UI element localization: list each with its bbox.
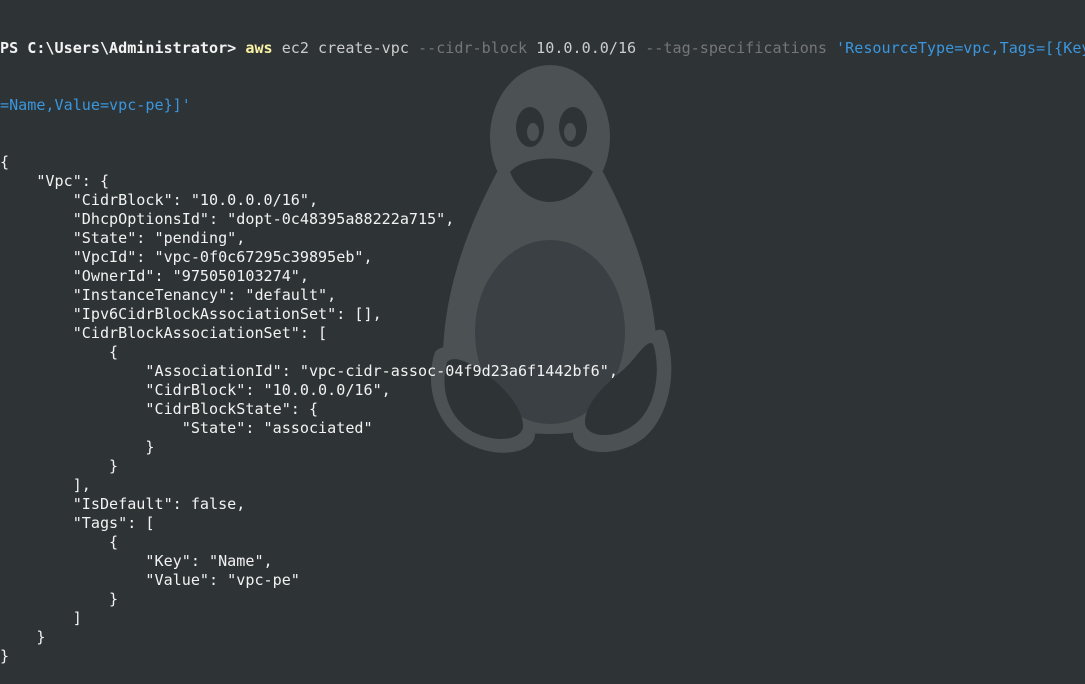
output-line: "Ipv6CidrBlockAssociationSet": [], — [0, 305, 382, 323]
output-line: } — [0, 438, 155, 456]
output-line: { — [0, 533, 119, 551]
output-line: "CidrBlockState": { — [0, 400, 319, 418]
output-line: "CidrBlockAssociationSet": [ — [0, 324, 328, 342]
output-line: "Tags": [ — [0, 514, 155, 532]
command-line[interactable]: PS C:\Users\Administrator> aws ec2 creat… — [0, 39, 1085, 58]
command-service: ec2 create-vpc — [272, 39, 419, 57]
output-line: } — [0, 647, 10, 665]
output-line: { — [0, 343, 119, 361]
output-line: "Vpc": { — [0, 172, 110, 190]
output-line: "DhcpOptionsId": "dopt-0c48395a88222a715… — [0, 210, 455, 228]
output-line: "Key": "Name", — [0, 552, 273, 570]
output-line: ] — [0, 609, 82, 627]
terminal-output[interactable]: PS C:\Users\Administrator> aws ec2 creat… — [0, 0, 1085, 665]
output-line: "Value": "vpc-pe" — [0, 571, 300, 589]
prompt: PS C:\Users\Administrator> — [0, 39, 246, 57]
output-line: } — [0, 590, 119, 608]
value-tag-specifications-cont: =Name,Value=vpc-pe}]' — [0, 96, 191, 114]
json-output: { "Vpc": { "CidrBlock": "10.0.0.0/16", "… — [0, 152, 1085, 665]
command-line-wrap: =Name,Value=vpc-pe}]' — [0, 96, 1085, 115]
output-line: "State": "pending", — [0, 229, 246, 247]
output-line: "IsDefault": false, — [0, 495, 246, 513]
value-tag-specifications: 'ResourceType=vpc,Tags=[{Key — [826, 39, 1085, 57]
output-line: "VpcId": "vpc-0f0c67295c39895eb", — [0, 248, 373, 266]
output-line: { — [0, 153, 10, 171]
flag-cidr-block: --cidr-block — [418, 39, 528, 57]
output-line: "InstanceTenancy": "default", — [0, 286, 337, 304]
output-line: "CidrBlock": "10.0.0.0/16", — [0, 191, 319, 209]
output-line: } — [0, 457, 119, 475]
output-line: "CidrBlock": "10.0.0.0/16", — [0, 381, 391, 399]
value-cidr-block: 10.0.0.0/16 — [527, 39, 646, 57]
command-program: aws — [245, 39, 273, 57]
output-line: "State": "associated" — [0, 419, 373, 437]
output-line: ], — [0, 476, 91, 494]
flag-tag-specifications: --tag-specifications — [645, 39, 827, 57]
output-line: } — [0, 628, 46, 646]
output-line: "AssociationId": "vpc-cidr-assoc-04f9d23… — [0, 362, 618, 380]
output-line: "OwnerId": "975050103274", — [0, 267, 309, 285]
